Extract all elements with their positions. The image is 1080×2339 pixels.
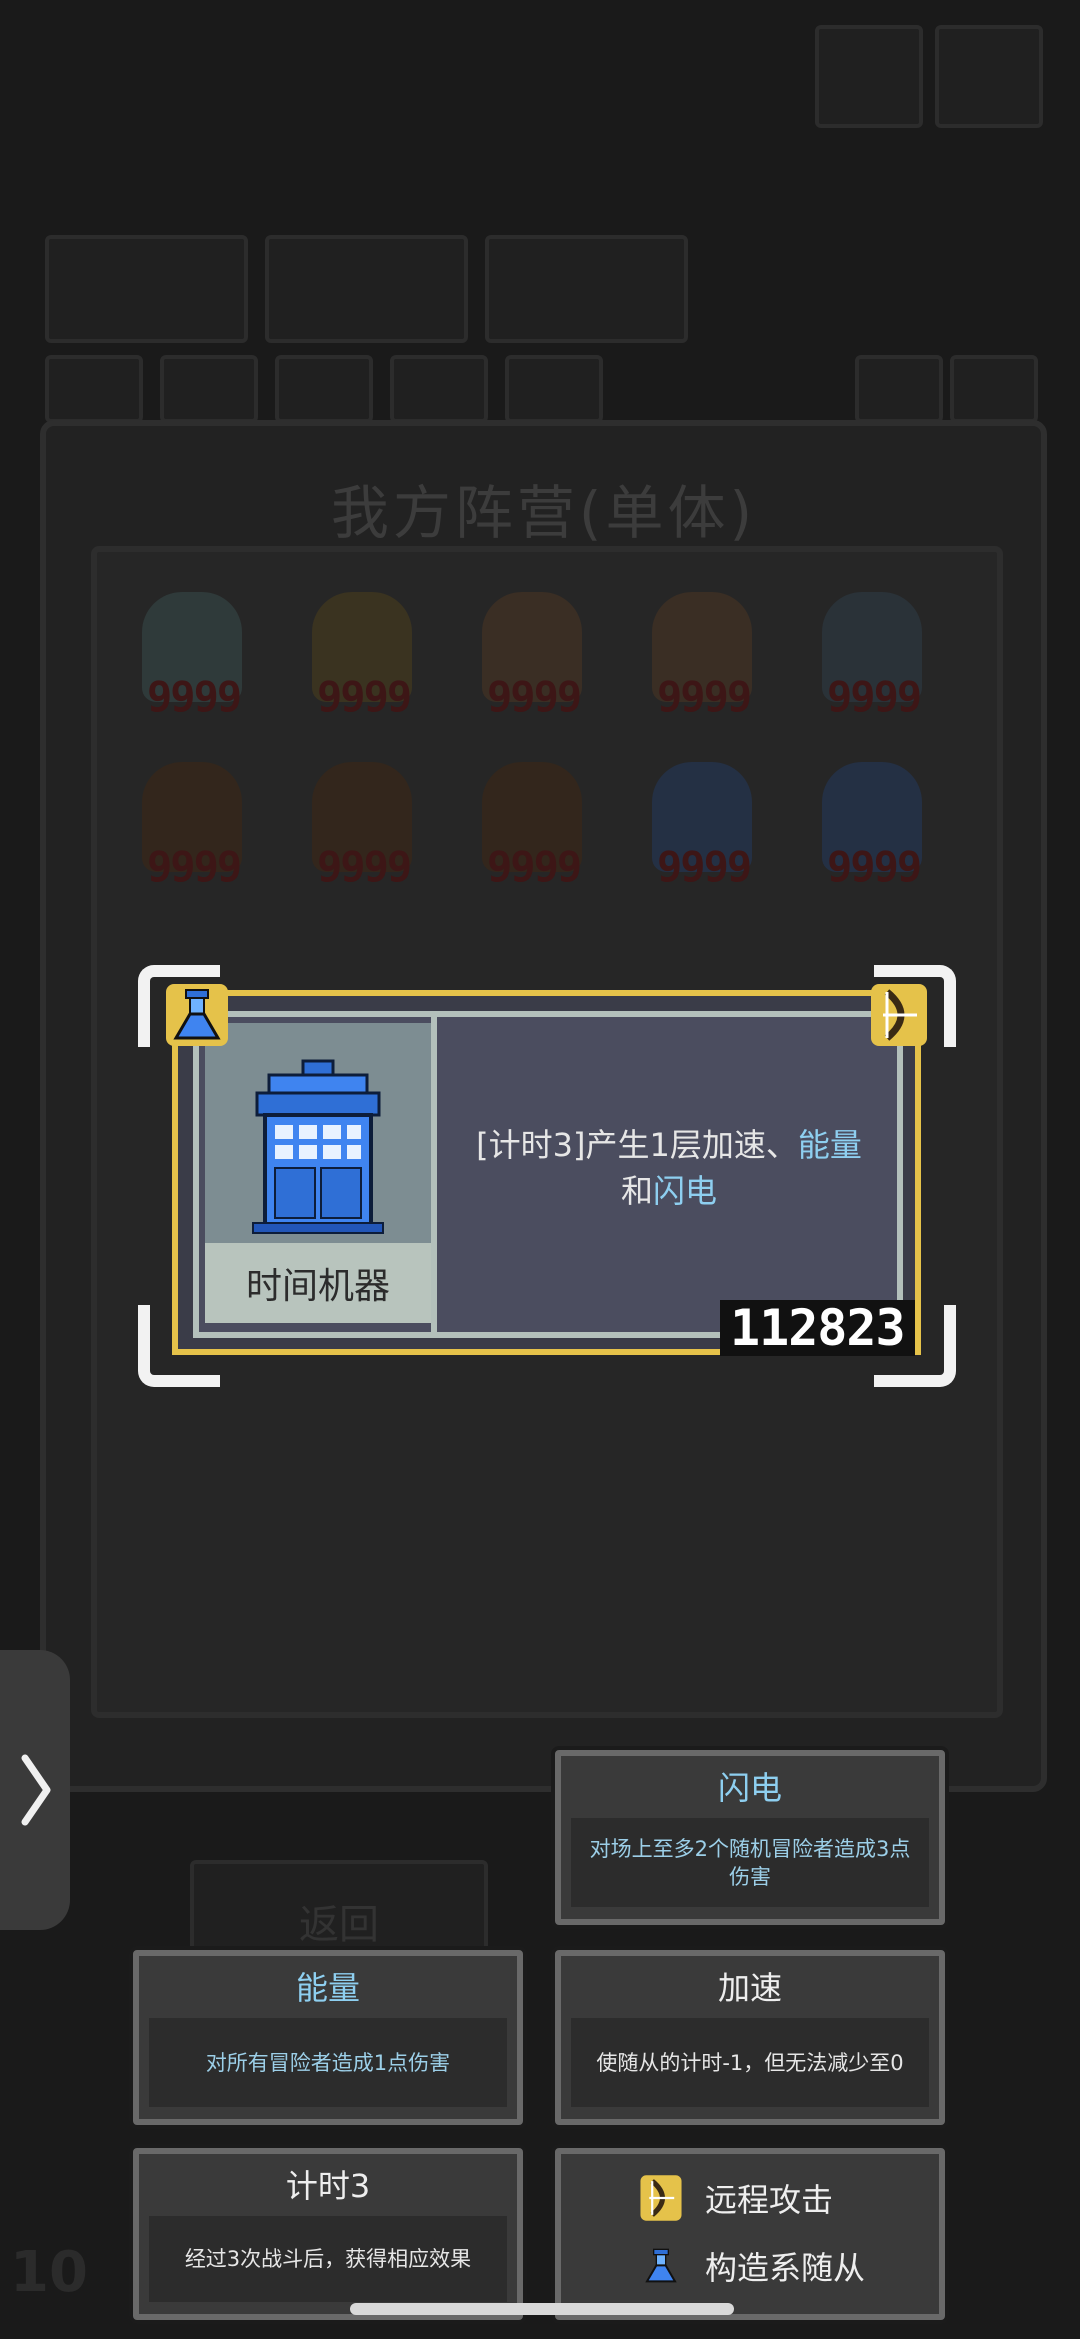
- unit-slot[interactable]: 9999: [117, 752, 267, 902]
- tooltip-body: 经过3次战斗后，获得相应效果: [149, 2216, 507, 2302]
- panel-title: 我方阵营(单体): [330, 479, 757, 547]
- keyword-lightning[interactable]: 闪电: [653, 1172, 717, 1210]
- chevron-right-icon: [21, 1754, 51, 1826]
- unit-slot[interactable]: 9999: [627, 752, 777, 902]
- bg-tab-1: [45, 355, 143, 423]
- legend-construct: 构造系随从: [639, 2240, 865, 2292]
- tooltip-body: 对所有冒险者造成1点伤害: [149, 2018, 507, 2107]
- flask-icon: [645, 2248, 677, 2283]
- bg-tab-6: [855, 355, 943, 423]
- card-portrait: [205, 1023, 431, 1243]
- tooltip-energy: 能量 对所有冒险者造成1点伤害: [133, 1950, 523, 2125]
- unit-slot[interactable]: 9999: [457, 752, 607, 902]
- card-description: [计时3]产生1层加速、能量 和闪电: [476, 1126, 862, 1210]
- tooltip-lightning: 闪电 对场上至多2个随机冒险者造成3点伤害: [555, 1750, 945, 1925]
- tooltip-timer: 计时3 经过3次战斗后，获得相应效果: [133, 2148, 523, 2320]
- bg-tab-4: [390, 355, 488, 423]
- card-divider: [431, 1017, 437, 1332]
- bg-tab-5: [505, 355, 603, 423]
- bg-menu-button: [815, 25, 923, 128]
- tooltip-haste: 加速 使随从的计时-1，但无法减少至0: [555, 1950, 945, 2125]
- bg-resource-slot-2: [265, 235, 468, 343]
- bg-level-number: 10: [10, 2240, 88, 2305]
- unit-slot[interactable]: 9999: [797, 752, 947, 902]
- tooltip-legend: 远程攻击 构造系随从: [555, 2148, 945, 2320]
- tooltip-title: 能量: [295, 1969, 360, 2007]
- bow-icon: [640, 2175, 682, 2221]
- tooltip-title: 计时3: [285, 2167, 371, 2205]
- time-machine-icon: [252, 1059, 384, 1234]
- unit-slot[interactable]: 9999: [287, 582, 437, 732]
- bg-settings-button: [935, 25, 1043, 128]
- home-indicator[interactable]: [350, 2303, 734, 2315]
- unit-slot[interactable]: 9999: [627, 582, 777, 732]
- bg-tab-3: [275, 355, 373, 423]
- legend-ranged: 远程攻击: [639, 2172, 833, 2224]
- unit-slot[interactable]: 9999: [457, 582, 607, 732]
- bg-resource-slot-1: [45, 235, 248, 343]
- unit-slot[interactable]: 9999: [117, 582, 267, 732]
- bg-tab-2: [160, 355, 258, 423]
- bg-resource-slot-3: [485, 235, 688, 343]
- side-drawer-tab[interactable]: [0, 1650, 70, 1930]
- bow-icon: [871, 984, 927, 1046]
- keyword-energy[interactable]: 能量: [798, 1126, 862, 1164]
- card-inner: 时间机器 [计时3]产生1层加速、能量 和闪电: [193, 1011, 903, 1338]
- tooltip-title: 闪电: [717, 1769, 782, 1807]
- unit-slot[interactable]: 9999: [287, 752, 437, 902]
- flask-icon: [166, 984, 228, 1046]
- card-code: 112823: [720, 1300, 915, 1356]
- card-name: 时间机器: [205, 1243, 431, 1323]
- unit-slot[interactable]: 9999: [797, 582, 947, 732]
- tooltip-title: 加速: [717, 1969, 782, 2007]
- bg-tab-7: [950, 355, 1038, 423]
- tooltip-body: 使随从的计时-1，但无法减少至0: [571, 2018, 929, 2107]
- tooltip-body: 对场上至多2个随机冒险者造成3点伤害: [571, 1818, 929, 1907]
